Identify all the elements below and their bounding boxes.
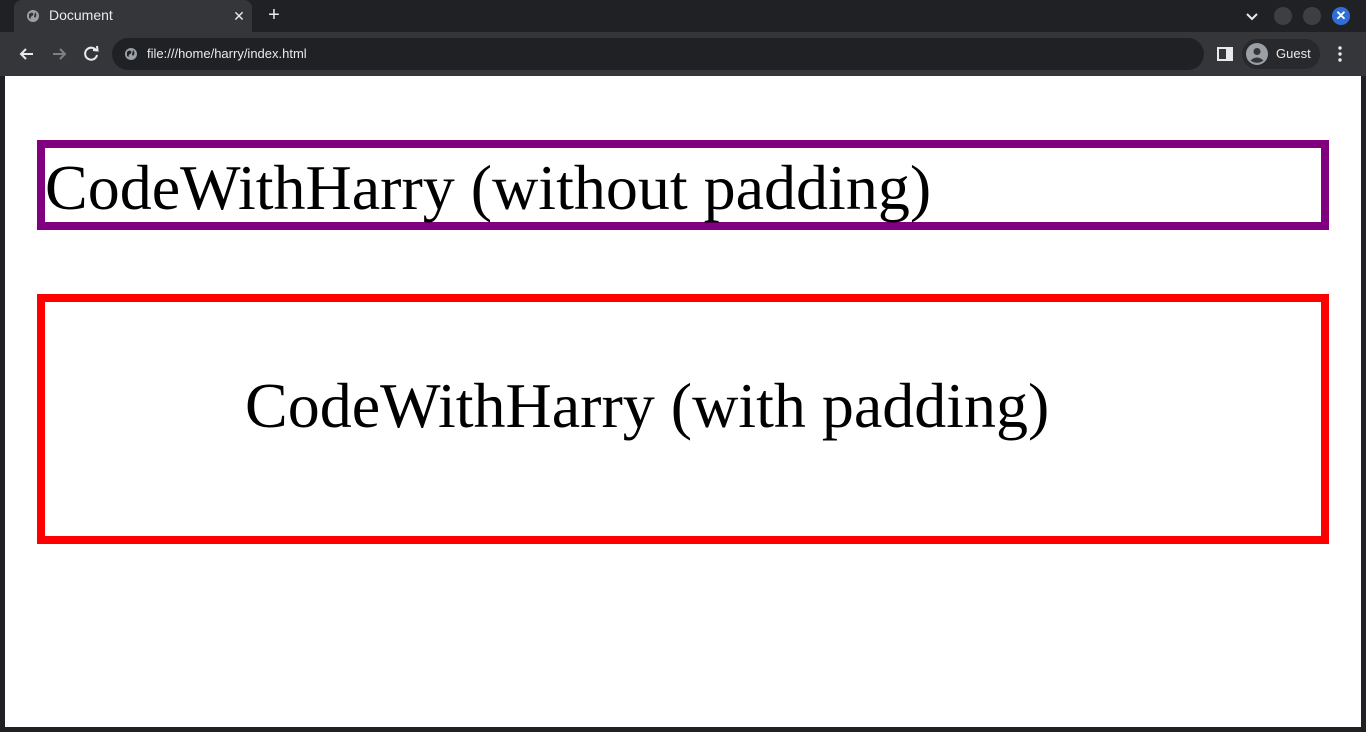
tab-strip: Document ✕ + ✕: [0, 0, 1366, 32]
tab-document[interactable]: Document ✕: [14, 0, 252, 32]
reload-icon[interactable]: [80, 43, 102, 65]
box-with-padding: CodeWithHarry (with padding): [37, 294, 1329, 544]
tab-close-icon[interactable]: ✕: [230, 7, 248, 25]
browser-window: Document ✕ + ✕ file:///home/harry/index.…: [0, 0, 1366, 732]
kebab-menu-icon[interactable]: [1330, 44, 1350, 64]
avatar-icon: [1246, 43, 1268, 65]
side-panel-icon[interactable]: [1216, 45, 1234, 63]
browser-toolbar: file:///home/harry/index.html Guest: [0, 32, 1366, 76]
maximize-button[interactable]: [1303, 7, 1321, 25]
chevron-down-icon[interactable]: [1242, 6, 1262, 26]
box-with-padding-text: CodeWithHarry (with padding): [245, 370, 1050, 441]
page-viewport: CodeWithHarry (without padding) CodeWith…: [5, 76, 1361, 727]
back-arrow-icon[interactable]: [16, 43, 38, 65]
minimize-button[interactable]: [1274, 7, 1292, 25]
address-bar[interactable]: file:///home/harry/index.html: [112, 38, 1204, 70]
close-window-button[interactable]: ✕: [1332, 7, 1350, 25]
tab-title: Document: [49, 7, 113, 23]
site-info-globe-icon[interactable]: [124, 47, 138, 61]
box-without-padding-text: CodeWithHarry (without padding): [45, 152, 932, 223]
forward-arrow-icon[interactable]: [48, 43, 70, 65]
url-text: file:///home/harry/index.html: [147, 46, 307, 61]
profile-button[interactable]: Guest: [1242, 39, 1320, 69]
globe-icon: [27, 10, 39, 22]
new-tab-button[interactable]: +: [262, 4, 286, 28]
profile-name: Guest: [1276, 46, 1311, 61]
box-without-padding: CodeWithHarry (without padding): [37, 140, 1329, 230]
